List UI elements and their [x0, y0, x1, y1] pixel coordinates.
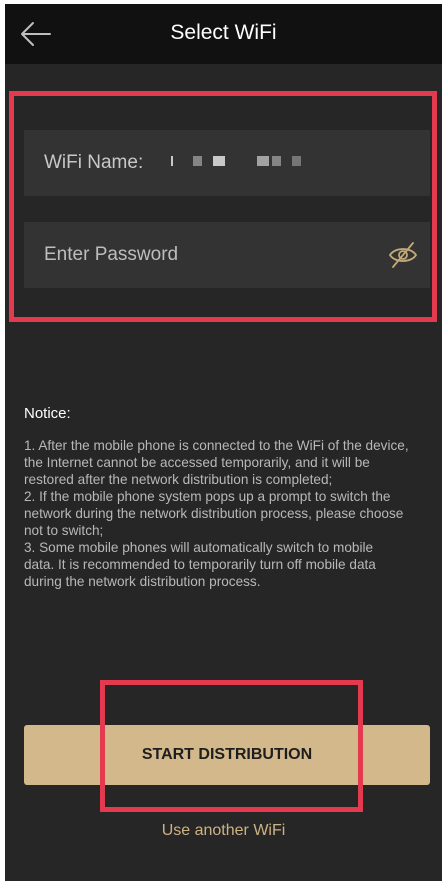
notice-line: 2. If the mobile phone system pops up a …	[24, 489, 391, 504]
notice-line: not to switch;	[24, 523, 104, 538]
start-distribution-button[interactable]: START DISTRIBUTION	[24, 725, 430, 785]
notice-line: 1. After the mobile phone is connected t…	[24, 438, 409, 453]
notice-line: during the network distribution process.	[24, 574, 261, 589]
wifi-name-label: WiFi Name:	[44, 152, 144, 173]
wifi-setup-screen: Select WiFi WiFi Name: Notice: 1. After …	[5, 4, 442, 881]
notice-line: restored after the network distribution …	[24, 472, 333, 487]
eye-slash-icon	[388, 242, 418, 268]
wifi-name-field[interactable]: WiFi Name:	[24, 130, 430, 196]
notice-line: 3. Some mobile phones will automatically…	[24, 540, 374, 555]
notice-title: Notice:	[24, 405, 71, 422]
toggle-password-visibility-button[interactable]	[387, 240, 419, 270]
use-another-wifi-link[interactable]: Use another WiFi	[5, 822, 442, 840]
notice-text: 1. After the mobile phone is connected t…	[24, 437, 442, 590]
notice-line: the Internet cannot be accessed temporar…	[24, 455, 370, 470]
page-title: Select WiFi	[170, 21, 277, 44]
password-field	[24, 222, 430, 288]
notice-line: data. It is recommended to temporarily t…	[24, 557, 376, 572]
password-input[interactable]	[44, 242, 374, 268]
app-header: Select WiFi	[5, 4, 442, 64]
notice-line: network during the network distribution …	[24, 506, 404, 521]
